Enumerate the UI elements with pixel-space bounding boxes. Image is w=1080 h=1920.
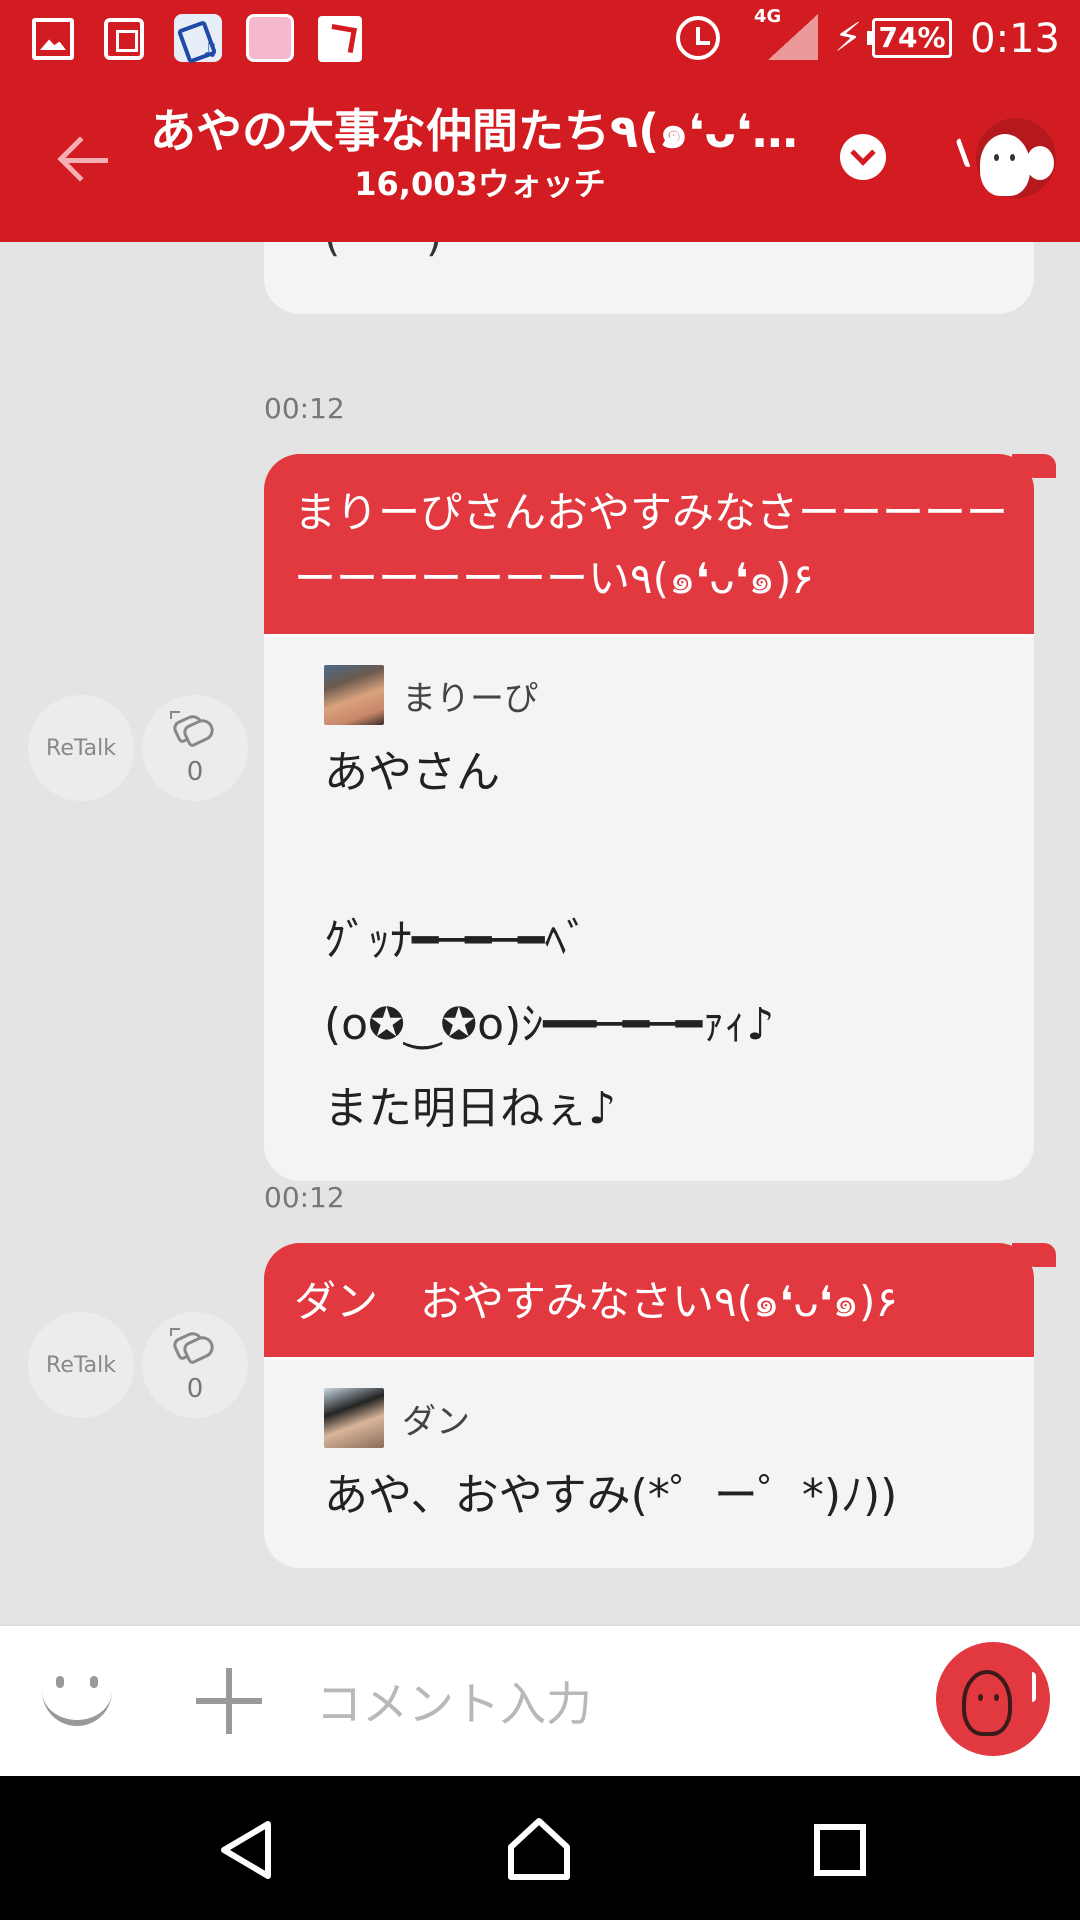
quote-user: ダン bbox=[324, 1388, 1004, 1448]
signal-icon bbox=[768, 14, 818, 60]
comment-bar bbox=[0, 1624, 1080, 1776]
message-bubble[interactable]: まりーぴさんおやすみなさーーーーーーーーーーーーい٩(๑❛ᴗ❛๑)۶ まりーぴ … bbox=[264, 454, 1056, 1181]
quote-text: あや、おやすみ(*゜ー゜*)ﾉ)) bbox=[324, 1470, 898, 1521]
page-title: あやの大事な仲間たち٩(๑❛ᴗ❛๑)۶ bbox=[150, 104, 810, 158]
message-bubble[interactable]: ダン おやすみなさい٩(๑❛ᴗ❛๑)۶ ダン あや、おやすみ(*゜ー゜*)ﾉ)) bbox=[264, 1243, 1056, 1568]
back-button[interactable] bbox=[50, 126, 120, 196]
quote-user-name: ダン bbox=[402, 1401, 470, 1442]
status-time: 0:13 bbox=[970, 16, 1060, 62]
clap-icon bbox=[170, 1328, 218, 1368]
smile-icon[interactable] bbox=[38, 1670, 116, 1738]
system-nav-bar bbox=[0, 1776, 1080, 1920]
chevron-down-icon[interactable] bbox=[840, 134, 886, 180]
mascot-icon bbox=[980, 134, 1030, 196]
quoted-comment: ダン あや、おやすみ(*゜ー゜*)ﾉ)) bbox=[264, 1357, 1034, 1568]
nav-home-icon[interactable] bbox=[506, 1816, 572, 1882]
nav-recents-icon[interactable] bbox=[814, 1824, 866, 1876]
quote-user-name: まりーぴ bbox=[402, 678, 538, 719]
mascot-button[interactable] bbox=[955, 118, 1056, 202]
message-text: ダン おやすみなさい٩(๑❛ᴗ❛๑)۶ bbox=[264, 1243, 1056, 1357]
message-timestamp: 00:12 bbox=[264, 392, 345, 425]
plus-icon[interactable] bbox=[196, 1668, 262, 1734]
clap-button[interactable]: 0 bbox=[142, 1312, 248, 1418]
app-icon bbox=[104, 18, 144, 60]
kaomoji-app-icon bbox=[246, 14, 294, 62]
clap-button[interactable]: 0 bbox=[142, 695, 248, 801]
charging-icon: ⚡ bbox=[834, 15, 863, 61]
music-app-icon bbox=[174, 14, 222, 62]
mascot-send-icon[interactable] bbox=[936, 1642, 1050, 1756]
retalk-button[interactable]: ReTalk bbox=[28, 695, 134, 801]
clap-icon bbox=[170, 711, 218, 751]
message-bubble-partial: (^-^) bbox=[264, 242, 1034, 314]
avatar[interactable] bbox=[324, 665, 384, 725]
chat-timeline[interactable]: (^-^) 00:12 まりーぴさんおやすみなさーーーーーーーーーーーーい٩(๑… bbox=[0, 242, 1080, 1624]
alarm-icon bbox=[676, 16, 720, 60]
gallery-icon bbox=[32, 18, 74, 60]
message-timestamp: 00:12 bbox=[264, 1181, 345, 1214]
avatar[interactable] bbox=[324, 1388, 384, 1448]
status-bar: 4G ⚡ 74% 0:13 bbox=[0, 0, 1080, 78]
quote-text: あやさん ｸﾞｯﾅ━─━─━ﾍﾞ (o✪‿✪o)ｼ━━─━─━ｧｨ♪ また明日ね… bbox=[324, 747, 775, 1134]
watch-count: 16,003ウォッチ bbox=[354, 165, 606, 203]
comment-input[interactable] bbox=[316, 1662, 916, 1746]
quote-user: まりーぴ bbox=[324, 665, 1004, 725]
clap-count: 0 bbox=[186, 757, 204, 787]
title-block[interactable]: あやの大事な仲間たち٩(๑❛ᴗ❛๑)۶ 16,003ウォッチ bbox=[150, 100, 810, 206]
message-text: まりーぴさんおやすみなさーーーーーーーーーーーーい٩(๑❛ᴗ❛๑)۶ bbox=[264, 454, 1056, 634]
share-app-icon bbox=[318, 16, 362, 62]
partial-message-text: (^-^) bbox=[324, 242, 442, 261]
retalk-button[interactable]: ReTalk bbox=[28, 1312, 134, 1418]
app-header: あやの大事な仲間たち٩(๑❛ᴗ❛๑)۶ 16,003ウォッチ bbox=[0, 78, 1080, 242]
battery-icon: 74% bbox=[867, 18, 952, 58]
quoted-comment: まりーぴ あやさん ｸﾞｯﾅ━─━─━ﾍﾞ (o✪‿✪o)ｼ━━─━─━ｧｨ♪ … bbox=[264, 634, 1034, 1181]
clap-count: 0 bbox=[186, 1374, 204, 1404]
